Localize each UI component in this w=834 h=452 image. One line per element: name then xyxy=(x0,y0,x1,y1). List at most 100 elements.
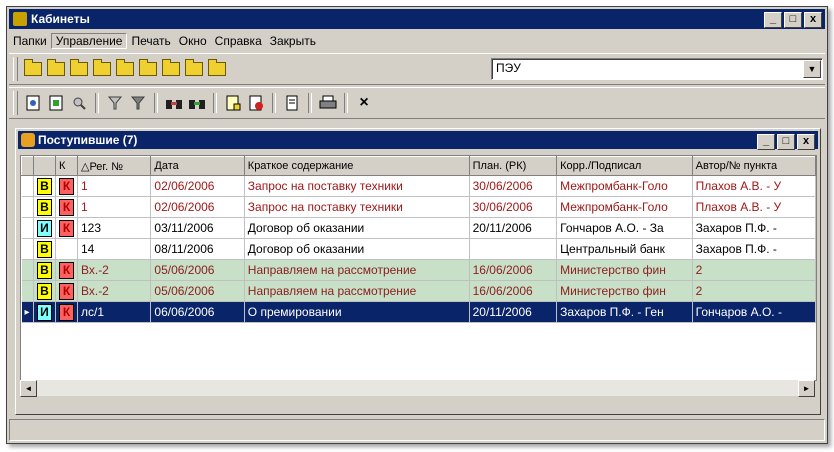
document-edit-icon[interactable] xyxy=(46,93,66,113)
table-row[interactable]: В К Вх.-2 05/06/2006 Направляем на рассмотре… xyxy=(21,280,816,302)
window-title: Кабинеты xyxy=(31,12,90,26)
row-author-cell: Гончаров А.О. - xyxy=(692,301,816,323)
close-icon[interactable]: × xyxy=(354,93,374,113)
row-correspondent-cell: Министерство фин xyxy=(556,259,693,281)
row-type-badge-cell: В xyxy=(33,259,56,281)
col-author[interactable]: Автор/№ пункта xyxy=(691,156,816,176)
chevron-down-icon[interactable]: ▼ xyxy=(803,60,821,78)
row-type-badge: В xyxy=(36,261,52,279)
row-date-cell: 03/11/2006 xyxy=(150,217,245,239)
menu-close[interactable]: Закрыть xyxy=(266,34,320,48)
row-k-badge: К xyxy=(58,303,74,321)
folder-3-icon[interactable] xyxy=(69,59,89,79)
row-indicator-cell: ▸ xyxy=(21,301,34,323)
folder-8-icon[interactable] xyxy=(184,59,204,79)
row-k-badge: К xyxy=(58,177,74,195)
toolbar-grip[interactable] xyxy=(13,91,18,115)
child-maximize-button[interactable]: □ xyxy=(777,134,795,150)
scroll-left-button[interactable]: ◄ xyxy=(20,380,37,397)
row-summary-cell: О премировании xyxy=(244,301,470,323)
row-type-badge: В xyxy=(36,282,52,300)
col-correspondent[interactable]: Корр./Подписал xyxy=(556,156,693,176)
menu-print[interactable]: Печать xyxy=(127,34,174,48)
row-type-badge-cell: В xyxy=(33,238,56,260)
search-icon[interactable] xyxy=(69,93,89,113)
col-summary[interactable]: Краткое содержание xyxy=(243,156,470,176)
horizontal-scrollbar[interactable]: ◄ ► xyxy=(20,380,815,397)
col-reg-no[interactable]: △Рег. № xyxy=(76,156,152,176)
main-window: Кабинеты _ □ x Папки Управление Печать О… xyxy=(6,6,828,444)
row-author-cell: 2 xyxy=(692,280,816,302)
minimize-button[interactable]: _ xyxy=(764,12,782,28)
child-minimize-button[interactable]: _ xyxy=(757,134,775,150)
row-correspondent-cell: Гончаров А.О. - За xyxy=(556,217,693,239)
col-type[interactable] xyxy=(32,156,56,176)
folder-6-icon[interactable] xyxy=(138,59,158,79)
scroll-right-button[interactable]: ► xyxy=(798,380,815,397)
row-summary-cell: Договор об оказании xyxy=(244,217,470,239)
table-row[interactable]: В К 1 02/06/2006 Запрос на поставку техники 3… xyxy=(21,175,816,197)
row-plan-date-cell xyxy=(469,238,558,260)
row-k-badge: К xyxy=(58,282,74,300)
menu-folders[interactable]: Папки xyxy=(9,34,51,48)
table-row[interactable]: В К Вх.-2 05/06/2006 Направляем на рассмотре… xyxy=(21,259,816,281)
maximize-button[interactable]: □ xyxy=(784,12,802,28)
close-button[interactable]: x xyxy=(804,12,822,28)
row-date-cell: 06/06/2006 xyxy=(150,301,245,323)
row-correspondent-cell: Министерство фин xyxy=(556,280,693,302)
delete-document-icon[interactable] xyxy=(246,93,266,113)
menu-management[interactable]: Управление xyxy=(50,33,128,49)
row-summary-cell: Запрос на поставку техники xyxy=(244,196,470,218)
row-type-badge: В xyxy=(36,177,52,195)
row-plan-date-cell: 20/11/2006 xyxy=(469,301,558,323)
row-summary-cell: Направляем на рассмотрение xyxy=(244,280,470,302)
department-select[interactable]: ПЭУ ▼ xyxy=(491,58,823,80)
row-reg-no-cell: 1 xyxy=(77,175,152,197)
filter-off-icon[interactable] xyxy=(128,93,148,113)
col-plan[interactable]: План. (РК) xyxy=(468,156,558,176)
folder-7-icon[interactable] xyxy=(161,59,181,79)
title-bar: Кабинеты _ □ x xyxy=(9,9,825,29)
filter-icon[interactable] xyxy=(105,93,125,113)
menu-window[interactable]: Окно xyxy=(175,34,211,48)
col-indicator[interactable] xyxy=(21,156,34,176)
row-summary-cell: Договор об оказании xyxy=(244,238,470,260)
child-window-title: Поступившие (7) xyxy=(38,133,138,147)
menu-bar: Папки Управление Печать Окно Справка Зак… xyxy=(9,31,825,51)
row-author-cell: Захаров П.Ф. - xyxy=(692,217,816,239)
table-row[interactable]: В К 1 02/06/2006 Запрос на поставку техники 3… xyxy=(21,196,816,218)
toolbar-folders: ПЭУ ▼ xyxy=(9,53,825,85)
document-view-icon[interactable] xyxy=(23,93,43,113)
row-type-badge-cell: В xyxy=(33,196,56,218)
new-document-icon[interactable] xyxy=(223,93,243,113)
col-date[interactable]: Дата xyxy=(150,156,245,176)
table-header-row: К △Рег. № Дата Краткое содержание План. … xyxy=(21,156,816,176)
col-k[interactable]: К xyxy=(54,156,78,176)
folder-9-icon[interactable] xyxy=(207,59,227,79)
binoculars-next-icon[interactable] xyxy=(187,93,207,113)
row-type-badge-cell: И xyxy=(33,301,56,323)
toolbar-grip[interactable] xyxy=(13,57,18,81)
row-correspondent-cell: Межпромбанк-Голо xyxy=(556,175,693,197)
row-date-cell: 05/06/2006 xyxy=(150,259,245,281)
table-row[interactable]: ▸ И Клс/1 06/06/2006 О премировании 20/11/200… xyxy=(21,301,816,323)
row-author-cell: Захаров П.Ф. - xyxy=(692,238,816,260)
table-row[interactable]: И К 123 03/11/2006 Договор об оказании 20/11/… xyxy=(21,217,816,239)
row-k-badge-cell: К xyxy=(55,217,78,239)
binoculars-icon[interactable] xyxy=(164,93,184,113)
row-indicator-cell xyxy=(21,259,34,281)
properties-icon[interactable] xyxy=(282,93,302,113)
row-reg-no-cell: 123 xyxy=(77,217,152,239)
folder-1-icon[interactable] xyxy=(23,59,43,79)
row-plan-date-cell: 16/06/2006 xyxy=(469,280,558,302)
folder-2-icon[interactable] xyxy=(46,59,66,79)
print-icon[interactable] xyxy=(318,93,338,113)
folder-5-icon[interactable] xyxy=(115,59,135,79)
row-type-badge: И xyxy=(36,219,52,237)
row-k-badge-cell: К xyxy=(55,301,78,323)
menu-help[interactable]: Справка xyxy=(211,34,266,48)
row-indicator-cell xyxy=(21,217,34,239)
table-row[interactable]: В 14 08/11/2006 Договор об оказании Централь… xyxy=(21,238,816,260)
folder-4-icon[interactable] xyxy=(92,59,112,79)
child-close-button[interactable]: x xyxy=(797,134,815,150)
